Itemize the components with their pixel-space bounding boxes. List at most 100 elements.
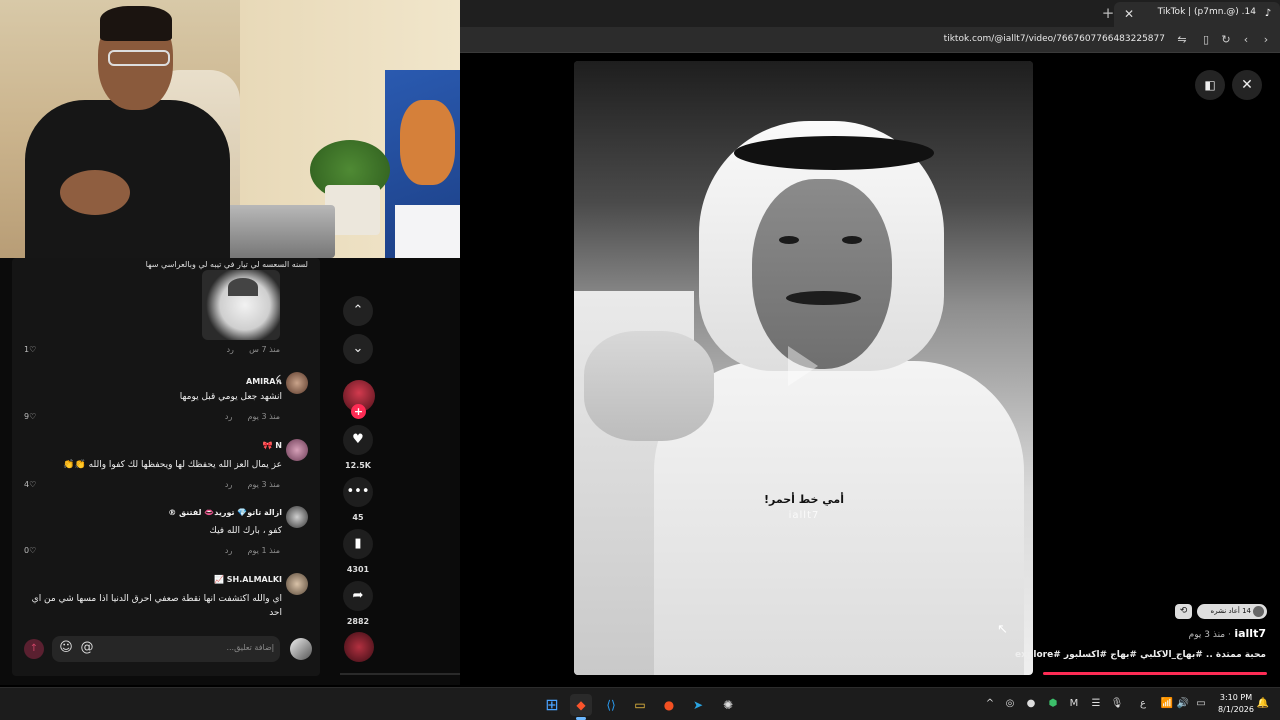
comment-like-count: 0 [24,546,30,555]
like-count: 12.5K [345,461,371,470]
clock-date[interactable]: 8/1/2026 [1212,705,1260,714]
cam-tissues [395,205,460,258]
battery-icon[interactable]: ▭ [1194,697,1208,711]
microphone-icon[interactable]: 🎙 [1110,697,1124,711]
cam-hands [60,170,130,215]
avatar[interactable] [286,372,308,394]
comment-input[interactable]: ☺ @ إضافة تعليق... [52,636,280,662]
browser-tabbar: + ✕ TikTok | (p7mn.@) .14 ♪ [460,0,1280,27]
heart-icon[interactable]: ♥ [343,425,373,455]
windows-start-icon[interactable]: ⊞ [541,694,563,716]
close-icon[interactable]: ✕ [1232,70,1262,100]
chatgpt-icon[interactable]: ✺ [717,694,739,716]
comment-reply-link[interactable]: رد [225,546,232,555]
mention-icon[interactable]: @ [79,640,95,656]
app-icon[interactable]: ● [658,694,680,716]
video-mustache [786,291,861,305]
site-settings-icon[interactable]: ⇋ [1174,32,1190,48]
comment-reply-link[interactable]: رد [225,480,232,489]
notification-icon[interactable]: 🔔 [1256,697,1270,711]
file-explorer-icon[interactable]: ▭ [629,694,651,716]
chevron-up-icon[interactable]: ⌃ [343,296,373,326]
cam-poster-face [400,100,455,185]
chevron-down-icon[interactable]: ⌄ [343,334,373,364]
address-bar[interactable]: tiktok.com/@iallt7/video/766760776648322… [460,27,1280,53]
post-time: · منذ 3 يوم [1188,630,1231,640]
progress-track [340,673,460,675]
send-icon[interactable]: ↑ [24,639,44,659]
emoji-icon[interactable]: ☺ [58,640,74,656]
video-player[interactable]: أمي خط أحمر! iallt7 [574,61,1033,675]
video-eye [842,236,862,244]
comment-author[interactable]: SH.ALMALKI 📈 [214,575,282,584]
comment-time: منذ 7 س [249,345,280,354]
avatar [1253,606,1264,617]
comment-time: منذ 3 يوم [247,480,280,489]
tab-tiktok[interactable]: ✕ TikTok | (p7mn.@) .14 ♪ [1114,2,1280,27]
comment-like-count: 1 [24,345,30,354]
comment-count: 45 [352,513,364,522]
comment-time: منذ 3 يوم [247,412,280,421]
comment-reply-link[interactable]: رد [225,412,232,421]
comment-author[interactable]: ازالة تاتو💎 توريد👄 لفتنق ® [168,508,282,517]
comment-author[interactable]: N 🎀 [263,441,282,450]
webcam-overlay [0,0,460,258]
comment-likes[interactable]: 9♡ [24,412,36,421]
avatar[interactable] [286,506,308,528]
tray-chevron-up-icon[interactable]: ^ [983,697,997,711]
comment-text: عز يمال العز الله يحفظك لها ويحفظها لك ك… [63,460,282,470]
tiktok-icon: ♪ [1264,8,1272,19]
save-count: 4301 [346,565,370,574]
comment-likes[interactable]: 1♡ [24,345,36,354]
avatar[interactable] [286,573,308,595]
telegram-icon[interactable]: ➤ [687,694,709,716]
video-watermark: iallt7 [788,510,820,521]
sound-disc-icon[interactable] [344,632,374,662]
back-icon[interactable]: ‹ [1238,32,1254,48]
picture-in-picture-icon[interactable]: ◧ [1195,70,1225,100]
author-name[interactable]: iallt7 [1234,627,1266,640]
comment-placeholder: إضافة تعليق... [226,643,274,652]
reload-icon[interactable]: ↻ [1218,32,1234,48]
avatar[interactable] [286,439,308,461]
share-icon[interactable]: ➦ [343,581,373,611]
video-agal [734,136,934,170]
mouse-cursor-icon: ↖ [997,622,1008,637]
comment-likes[interactable]: 0♡ [24,546,36,555]
comment-likes[interactable]: 4♡ [24,480,36,489]
video-caption: أمي خط أحمر! [763,493,844,506]
play-icon[interactable] [788,346,818,386]
comment-text: انشهد جعل يومي قبل يومها [179,392,282,402]
clock-time[interactable]: 3:10 PM [1212,693,1260,702]
tray-app-icon[interactable]: M [1067,697,1081,711]
follow-plus-icon[interactable]: + [351,404,366,419]
tray-app-icon[interactable]: ● [1024,697,1038,711]
close-tab-icon[interactable]: ✕ [1120,5,1138,23]
vscode-icon[interactable]: ⟨⟩ [600,694,622,716]
tab-title: TikTok | (p7mn.@) .14 [1157,7,1256,17]
comment-author[interactable]: AMIRAꫝ [246,374,282,391]
repost-chip[interactable]: 14 أعاد نشره [1197,604,1267,619]
wifi-icon[interactable]: 📶 [1160,697,1174,711]
repost-icon[interactable]: ⟲ [1175,604,1192,619]
tray-app-icon[interactable]: ☰ [1089,697,1103,711]
comment-icon[interactable]: ••• [343,477,373,507]
forward-icon[interactable]: › [1258,32,1274,48]
comment-composer: ↑ ☺ @ إضافة تعليق... [22,636,312,664]
url-text[interactable]: tiktok.com/@iallt7/video/766760776648322… [944,34,1165,44]
bookmark-icon[interactable]: ▮ [343,529,373,559]
bookmark-page-icon[interactable]: ▯ [1198,32,1214,48]
tray-shield-icon[interactable]: ⬢ [1046,697,1060,711]
share-count: 2882 [346,617,370,626]
author-line: iallt7 · منذ 3 يوم [1189,627,1266,640]
language-indicator[interactable]: ع [1136,697,1150,711]
volume-icon[interactable]: 🔊 [1176,697,1190,711]
brave-browser-icon[interactable]: ◆ [570,694,592,716]
taskbar: ⊞ ◆ ⟨⟩ ▭ ● ➤ ✺ ^ ◎ ● ⬢ M ☰ 🎙 ع 📶 🔊 ▭ 3:1… [0,687,1280,720]
comment-reply-link[interactable]: رد [226,345,233,354]
cam-person-body [25,100,230,258]
cam-person-hair [100,6,172,41]
tray-app-icon[interactable]: ◎ [1003,697,1017,711]
comments-panel[interactable]: لسنه السعسه لي تيار في تيبه لي وبالعراسي… [12,258,320,676]
video-progress-bar[interactable] [1043,672,1267,675]
